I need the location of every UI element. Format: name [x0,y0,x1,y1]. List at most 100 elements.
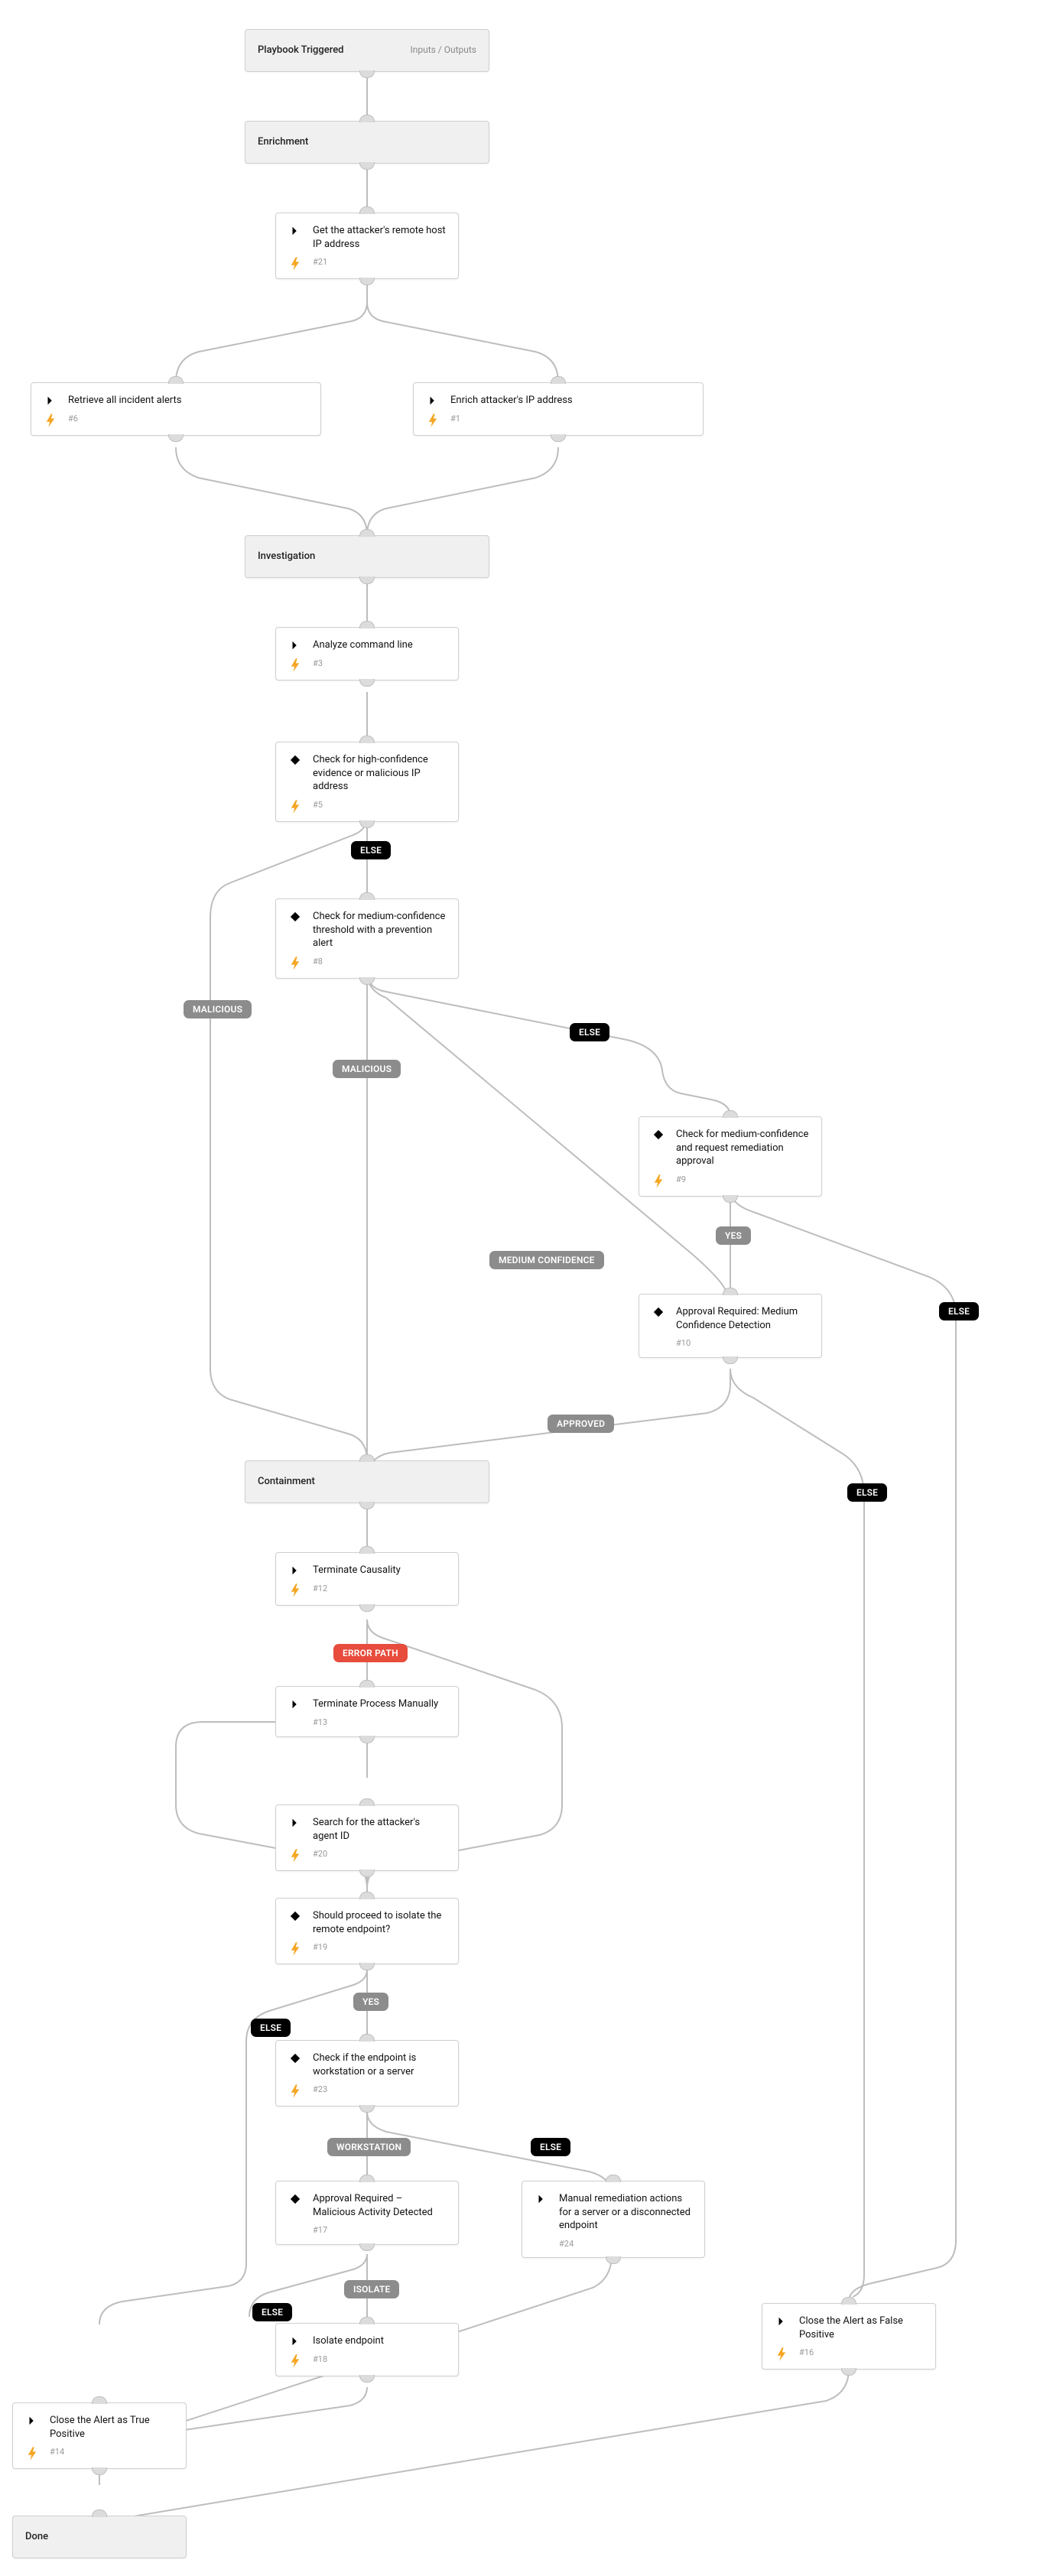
connector-notch [359,1892,375,1899]
bolt-icon [288,2084,302,2098]
node-approval-medium[interactable]: Approval Required: Medium Confidence Det… [639,1294,822,1358]
node-check-medium-approval[interactable]: Check for medium-confidence and request … [639,1116,822,1197]
diamond-icon [652,1128,665,1142]
node-search-agent-id[interactable]: Search for the attacker's agent ID #20 [275,1804,459,1871]
node-title: Enrichment [258,136,308,148]
node-id: #3 [313,658,446,670]
node-enrichment-header[interactable]: Enrichment [245,121,489,164]
node-subtitle: Inputs / Outputs [410,44,476,56]
node-retrieve-alerts[interactable]: Retrieve all incident alerts #6 [31,382,321,436]
connector-notch [359,1798,375,1806]
connector-notch [359,1454,375,1462]
node-check-workstation-server[interactable]: Check if the endpoint is workstation or … [275,2040,459,2107]
node-terminate-manually[interactable]: Terminate Process Manually #13 [275,1686,459,1737]
node-id: #16 [799,2347,923,2359]
bolt-icon [288,1942,302,1956]
node-title: Terminate Causality [313,1564,446,1577]
node-id: #23 [313,2084,446,2096]
chevron-icon [775,2315,788,2328]
node-title: Get the attacker's remote host IP addres… [313,224,446,251]
connector-notch [92,2467,107,2475]
node-proceed-isolate[interactable]: Should proceed to isolate the remote end… [275,1898,459,1964]
connector-notch [841,2368,856,2376]
connector-notch [359,1680,375,1688]
node-close-false-positive[interactable]: Close the Alert as False Positive #16 [762,2303,936,2370]
chevron-icon [25,2414,39,2428]
connector-notch [359,1736,375,1743]
connector-notch [359,1869,375,1877]
connector-notch [841,2297,856,2305]
node-title: Check if the endpoint is workstation or … [313,2051,446,2078]
node-title: Check for high-confidence evidence or ma… [313,753,446,794]
node-analyze-command-line[interactable]: Analyze command line #3 [275,627,459,681]
edge-label-workstation: WORKSTATION [327,2138,411,2156]
node-id: #6 [68,414,308,425]
node-investigation-header[interactable]: Investigation [245,535,489,578]
node-id: #24 [559,2239,692,2250]
node-done-header[interactable]: Done [12,2516,187,2558]
connector-notch [359,977,375,985]
connector-notch [359,2375,375,2383]
connector-notch [359,2317,375,2324]
connector-notch [92,2396,107,2404]
node-title: Enrich attacker's IP address [450,394,691,408]
edge-label-isolate: ISOLATE [344,2280,399,2298]
node-title: Check for medium-confidence and request … [676,1128,809,1168]
node-check-high-confidence[interactable]: Check for high-confidence evidence or ma… [275,742,459,822]
diamond-icon [652,1305,665,1319]
edge-label-else: ELSE [351,841,391,859]
bolt-icon [775,2347,788,2361]
chevron-icon [288,638,302,652]
node-get-remote-host[interactable]: Get the attacker's remote host IP addres… [275,213,459,279]
bolt-icon [426,414,440,427]
node-enrich-ip[interactable]: Enrich attacker's IP address #1 [413,382,704,436]
node-manual-remediation[interactable]: Manual remediation actions for a server … [522,2181,705,2258]
connector-notch [359,2105,375,2113]
node-playbook-triggered[interactable]: Playbook Triggered Inputs / Outputs [245,29,489,72]
edge-label-else: ELSE [939,1302,979,1320]
node-approval-malicious[interactable]: Approval Required – Malicious Activity D… [275,2181,459,2245]
node-id: #14 [50,2447,174,2458]
edge-label-malicious: MALICIOUS [184,1000,252,1018]
connector-notch [359,162,375,170]
node-title: Close the Alert as False Positive [799,2315,923,2341]
connector-notch [359,2243,375,2251]
node-isolate-endpoint[interactable]: Isolate endpoint #18 [275,2323,459,2376]
chevron-icon [288,2334,302,2348]
node-id: #10 [676,1338,809,1350]
bolt-icon [288,257,302,271]
node-id: #21 [313,257,446,268]
bolt-icon [652,1174,665,1188]
edge-label-approved: APPROVED [548,1415,614,1433]
node-title: Containment [258,1476,315,1487]
node-title: Isolate endpoint [313,2334,446,2348]
connector-notch [359,621,375,629]
node-close-true-positive[interactable]: Close the Alert as True Positive #14 [12,2402,187,2469]
chevron-icon [288,1564,302,1577]
connector-notch [359,2034,375,2042]
connector-notch [359,577,375,584]
node-id: #13 [313,1717,446,1729]
node-containment-header[interactable]: Containment [245,1460,489,1503]
node-title: Approval Required: Medium Confidence Det… [676,1305,809,1332]
node-title: Done [25,2531,48,2542]
node-id: #8 [313,957,446,968]
edge-label-malicious: MALICIOUS [333,1060,401,1078]
diamond-icon [288,1909,302,1923]
edge-label-else: ELSE [252,2303,292,2321]
node-check-medium-threshold[interactable]: Check for medium-confidence threshold wi… [275,898,459,979]
bolt-icon [288,2354,302,2368]
bolt-icon [288,658,302,672]
connector-notch [359,820,375,828]
node-title: Terminate Process Manually [313,1697,446,1711]
node-title: Should proceed to isolate the remote end… [313,1909,446,1936]
node-title: Close the Alert as True Positive [50,2414,174,2441]
connector-notch [168,376,184,384]
node-terminate-causality[interactable]: Terminate Causality #12 [275,1552,459,1606]
edge-label-else: ELSE [251,2019,291,2037]
node-title: Approval Required – Malicious Activity D… [313,2192,446,2219]
connector-notch [723,1110,738,1118]
connector-notch [359,529,375,537]
connector-notch [723,1356,738,1364]
node-id: #18 [313,2354,446,2366]
